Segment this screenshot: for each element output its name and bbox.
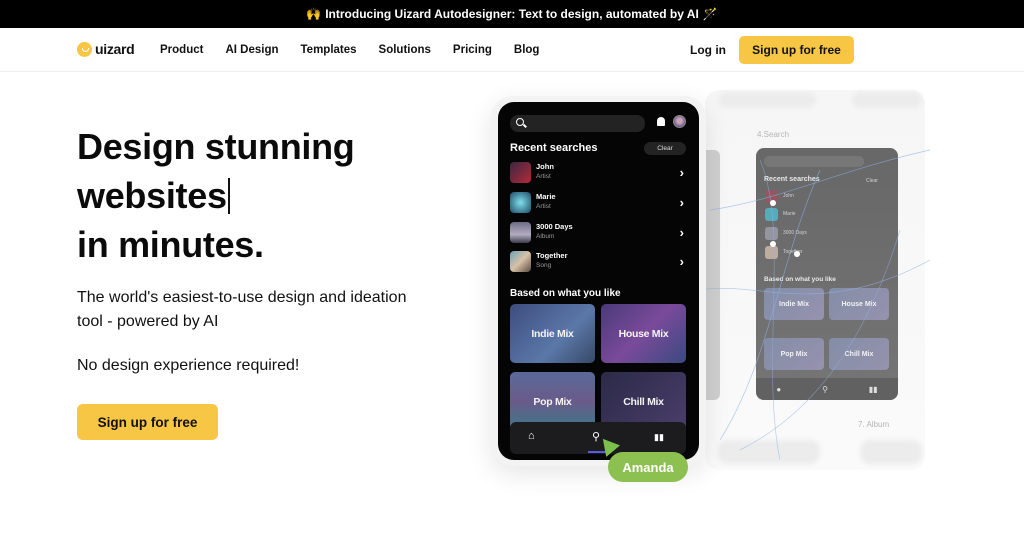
item-type: Album [536,233,555,240]
item-name: Marie [536,192,556,201]
ghost-mix-tile: Chill Mix [829,338,889,370]
phone-tab-bar: ⌂ ⚲ ▮▮ [510,422,686,454]
mix-card-house[interactable]: House Mix [601,304,686,363]
announcement-text[interactable]: Introducing Uizard Autodesigner: Text to… [325,7,699,21]
ghost-thumb [765,246,778,259]
login-link[interactable]: Log in [690,43,726,57]
ghost-frame-top-right [852,92,922,108]
user-avatar[interactable] [673,115,686,128]
nav-link-pricing[interactable]: Pricing [453,44,492,56]
nav-signup-button[interactable]: Sign up for free [739,36,854,64]
item-type: Artist [536,203,551,210]
ghost-clear-label: Clear [866,178,878,184]
hero-title-word: websites [77,175,227,216]
nav-link-blog[interactable]: Blog [514,44,540,56]
announcement-bar[interactable]: 🙌 Introducing Uizard Autodesigner: Text … [0,0,1024,28]
ghost-phone-screen: Recent searches Clear John Marie 3000 Da… [756,148,898,400]
ghost-frame-left [706,150,720,400]
ghost-screen-label-album: 7. Album [858,420,890,429]
typing-caret [227,178,230,214]
chevron-right-icon: › [679,254,684,269]
chevron-right-icon: › [679,225,684,240]
phone-screen: Recent searches Clear John Artist › Mari… [498,102,699,460]
ghost-frame-bottom-right [860,440,922,464]
ghost-recent-title: Recent searches [764,176,820,183]
hero-title: Design stunning websites in minutes. [77,122,437,269]
ghost-frame-top-left [718,92,816,108]
clear-button[interactable]: Clear [644,142,686,155]
hero-title-line-1: Design stunning [77,126,355,167]
ghost-item-name: Marie [783,211,796,217]
ghost-frame-bottom-left [718,440,820,464]
uizard-logo[interactable]: uizard [77,41,135,57]
phone-search-bar[interactable] [510,115,645,132]
nav-link-ai-design[interactable]: AI Design [225,44,278,56]
item-name: 3000 Days [536,222,573,231]
ghost-thumb [765,227,778,240]
recent-search-item[interactable]: Marie Artist › [510,192,688,216]
hero-title-line-3: in minutes. [77,224,264,265]
ghost-library-icon: ▮▮ [868,384,878,394]
recent-search-item[interactable]: Together Song › [510,251,688,275]
ghost-thumb [765,190,778,203]
ghost-item-name: Together [783,249,803,255]
magic-wand-icon: 🪄 [702,7,718,21]
item-name: John [536,162,554,171]
album-thumbnail [510,222,531,243]
search-icon [516,118,524,126]
ghost-based-title: Based on what you like [764,276,836,283]
logo-text: uizard [95,41,135,57]
recommendations-title: Based on what you like [510,288,621,299]
ghost-mix-tile: House Mix [829,288,889,320]
ghost-mix-tile: Indie Mix [764,288,824,320]
hero-signup-button[interactable]: Sign up for free [77,404,218,440]
mix-card-indie[interactable]: Indie Mix [510,304,595,363]
ghost-mix-tile: Pop Mix [764,338,824,370]
ghost-thumb [765,208,778,221]
item-type: Song [536,262,552,269]
ghost-screen-label: 4.Search [757,130,790,139]
chevron-right-icon: › [679,195,684,210]
nav-link-solutions[interactable]: Solutions [379,44,431,56]
item-type: Artist [536,173,551,180]
nav-link-product[interactable]: Product [160,44,203,56]
hero-title-line-2: websites [77,171,437,220]
hero-subtitle: The world's easiest-to-use design and id… [77,289,407,330]
ghost-search-bar [764,156,864,167]
nav-link-templates[interactable]: Templates [301,44,357,56]
chevron-right-icon: › [679,165,684,180]
home-icon[interactable]: ⌂ [528,430,535,442]
raised-hands-icon: 🙌 [306,7,322,21]
recent-searches-title: Recent searches [510,142,598,154]
artist-thumbnail [510,162,531,183]
ghost-item-name: John [783,193,794,199]
song-thumbnail [510,251,531,272]
library-icon[interactable]: ▮▮ [654,432,664,443]
ghost-tabbar: ● ⚲ ▮▮ [756,378,898,400]
top-navigation: uizard Product AI Design Templates Solut… [0,28,1024,72]
recent-search-item[interactable]: 3000 Days Album › [510,222,688,246]
bell-icon[interactable] [657,117,665,126]
item-name: Together [536,251,568,260]
hero-note: No design experience required! [77,357,300,374]
nav-links: Product AI Design Templates Solutions Pr… [160,28,561,72]
ghost-item-name: 3000 Days [783,230,807,236]
ghost-search-icon: ⚲ [822,384,828,394]
logo-smile-icon [77,41,92,57]
recent-search-item[interactable]: John Artist › [510,162,688,186]
collaborator-name-tag: Amanda [608,452,688,482]
artist-thumbnail [510,192,531,213]
ghost-home-icon: ● [776,384,782,394]
